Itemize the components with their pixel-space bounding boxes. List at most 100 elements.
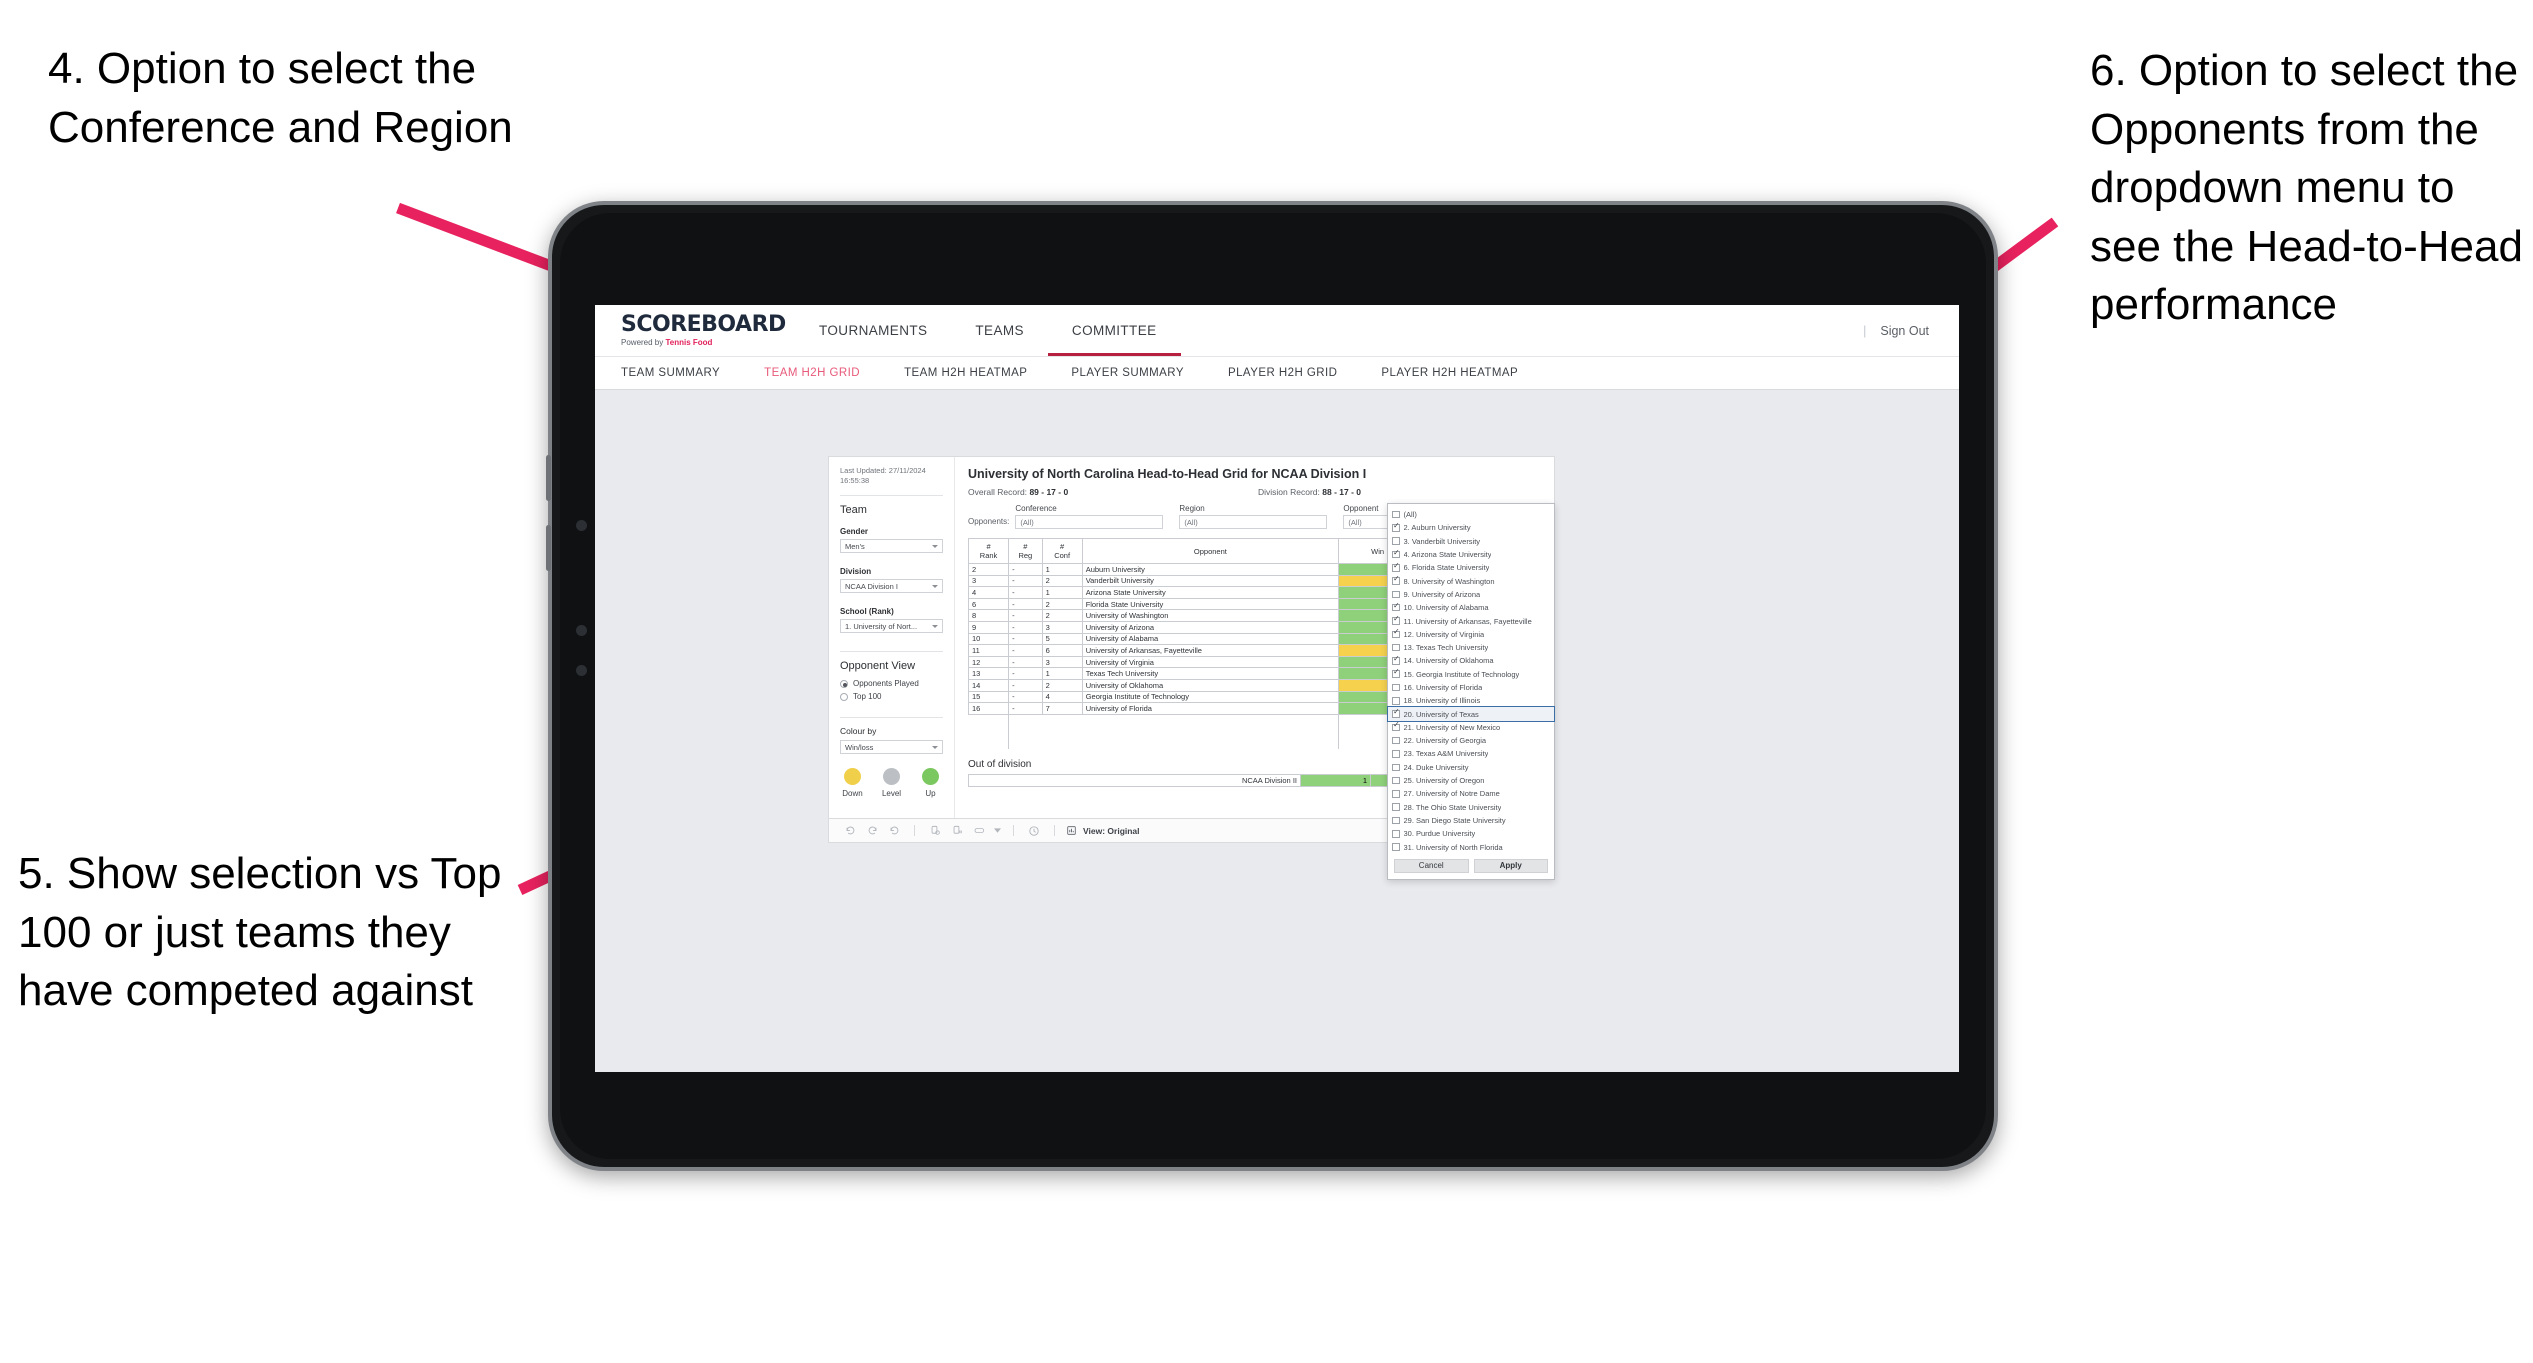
checkbox-icon[interactable] [1392,602,1400,612]
dropdown-item[interactable]: 2. Auburn University [1388,521,1554,534]
checkbox-icon[interactable] [1392,510,1400,519]
nav-item-teams[interactable]: TEAMS [951,305,1048,356]
dropdown-item[interactable]: 8. University of Washington [1388,574,1554,587]
tab-team-h2h-grid[interactable]: TEAM H2H GRID [764,367,860,379]
opponent-dropdown-menu[interactable]: (All) 2. Auburn University 3. Vanderbilt U… [1387,503,1555,880]
checkbox-icon[interactable] [1392,816,1400,825]
refresh-icon[interactable] [924,820,946,842]
view-icon[interactable] [1064,820,1078,842]
checkbox-icon[interactable] [1392,562,1400,572]
checkbox-icon[interactable] [1392,590,1400,599]
dropdown-item-label: 25. University of Oregon [1403,776,1485,786]
radio-opponents-played[interactable]: Opponents Played [840,679,943,688]
cell-conf: 3 [1041,620,1083,634]
volume-button-down[interactable] [546,525,551,571]
division-label: Division [840,567,872,577]
cell-conf: 7 [1041,702,1083,715]
tab-team-h2h-heatmap[interactable]: TEAM H2H HEATMAP [904,367,1027,379]
nav-item-committee[interactable]: COMMITTEE [1047,305,1181,356]
dropdown-item[interactable]: 20. University of Texas [1387,706,1555,722]
dropdown-item[interactable]: 9. University of Arizona [1388,588,1554,601]
dropdown-item[interactable]: 23. Texas A&M University [1388,747,1554,760]
dropdown-item[interactable]: 14. University of Oklahoma [1388,654,1554,667]
dropdown-item[interactable]: 4. Arizona State University [1388,548,1554,561]
radio-top-100[interactable]: Top 100 [840,692,943,701]
brand-logo[interactable]: SCOREBOARD Powered by Tennis Food [621,314,786,348]
dropdown-item[interactable]: 13. Texas Tech University [1388,641,1554,654]
tab-team-summary[interactable]: TEAM SUMMARY [621,367,720,379]
dropdown-item[interactable]: 27. University of Notre Dame [1388,787,1554,800]
dropdown-item[interactable]: 31. University of North Florida [1388,840,1554,853]
checkbox-icon[interactable] [1392,803,1400,811]
checkbox-icon[interactable] [1392,790,1400,798]
tab-player-h2h-heatmap[interactable]: PLAYER H2H HEATMAP [1381,367,1518,379]
dropdown-item[interactable]: 22. University of Georgia [1388,734,1554,747]
sign-out-link[interactable]: Sign Out [1880,324,1929,338]
checkbox-icon[interactable] [1392,776,1400,785]
sensor-dot-2 [576,665,587,676]
tab-player-h2h-grid[interactable]: PLAYER H2H GRID [1228,367,1337,379]
conference-filter-select[interactable]: (All) [1015,515,1164,529]
apply-button[interactable]: Apply [1473,858,1548,873]
dropdown-item[interactable]: (All) [1388,508,1554,521]
checkbox-icon[interactable] [1392,537,1400,545]
tab-player-summary[interactable]: PLAYER SUMMARY [1071,367,1184,379]
checkbox-icon[interactable] [1392,522,1400,532]
volume-button-up[interactable] [546,455,551,501]
checkbox-icon[interactable] [1392,843,1400,851]
dropdown-item[interactable]: 12. University of Virginia [1388,628,1554,641]
revert-icon[interactable] [883,820,905,842]
cell-reg: - [1008,644,1043,657]
col-rank[interactable]: # Rank [967,538,1010,564]
cell-rank: 16 [967,702,1010,715]
dropdown-item[interactable]: 18. University of Illinois [1388,694,1554,707]
dropdown-item[interactable]: 28. The Ohio State University [1388,801,1554,814]
col-reg[interactable]: # Reg [1008,538,1043,564]
redo-icon[interactable] [861,820,883,842]
dropdown-item[interactable]: 21. University of New Mexico [1388,721,1554,734]
colour-by-select[interactable]: Win/loss [840,740,943,755]
school-select[interactable]: 1. University of Nort... [840,619,943,634]
ood-name: NCAA Division II [968,774,1301,787]
checkbox-icon[interactable] [1392,736,1400,745]
share-icon[interactable] [968,820,990,842]
history-icon[interactable] [1023,820,1045,842]
dropdown-item[interactable]: 30. Purdue University [1388,827,1554,840]
checkbox-icon[interactable] [1392,697,1400,705]
gender-select[interactable]: Men's [840,539,943,554]
dropdown-item[interactable]: 11. University of Arkansas, Fayetteville [1388,614,1554,627]
checkbox-icon[interactable] [1392,763,1400,772]
checkbox-icon[interactable] [1392,683,1400,692]
dropdown-item-label: 18. University of Illinois [1403,696,1481,706]
checkbox-icon[interactable] [1392,668,1400,678]
division-select[interactable]: NCAA Division I [840,579,943,594]
school-value: 1. University of Nort... [845,621,918,631]
checkbox-icon[interactable] [1392,750,1400,758]
checkbox-icon[interactable] [1392,615,1400,625]
dropdown-item[interactable]: 3. Vanderbilt University [1388,535,1554,548]
pause-icon[interactable] [946,820,968,842]
checkbox-icon[interactable] [1392,549,1400,559]
cancel-button[interactable]: Cancel [1394,858,1469,873]
dropdown-item[interactable]: 29. San Diego State University [1388,814,1554,827]
checkbox-icon[interactable] [1392,708,1400,718]
dropdown-item[interactable]: 10. University of Alabama [1388,601,1554,614]
checkbox-icon[interactable] [1392,722,1400,732]
dropdown-item[interactable]: 15. Georgia Institute of Technology [1388,668,1554,681]
checkbox-icon[interactable] [1392,643,1400,652]
dropdown-item[interactable]: 16. University of Florida [1388,681,1554,694]
region-filter-select[interactable]: (All) [1179,515,1328,529]
nav-item-tournaments[interactable]: TOURNAMENTS [795,305,951,356]
dropdown-item[interactable]: 6. Florida State University [1388,561,1554,574]
checkbox-icon[interactable] [1392,655,1400,665]
col-opponent[interactable]: Opponent [1081,538,1340,564]
checkbox-icon[interactable] [1392,830,1400,838]
dropdown-item[interactable]: 24. Duke University [1388,761,1554,774]
opponent-dropdown-list: (All) 2. Auburn University 3. Vanderbilt U… [1387,508,1555,854]
checkbox-icon[interactable] [1392,629,1400,639]
undo-icon[interactable] [839,820,861,842]
checkbox-icon[interactable] [1392,575,1400,585]
dropdown-item[interactable]: 25. University of Oregon [1388,774,1554,787]
col-conf[interactable]: # Conf [1041,538,1083,564]
chevron-down-icon[interactable] [990,820,1004,842]
